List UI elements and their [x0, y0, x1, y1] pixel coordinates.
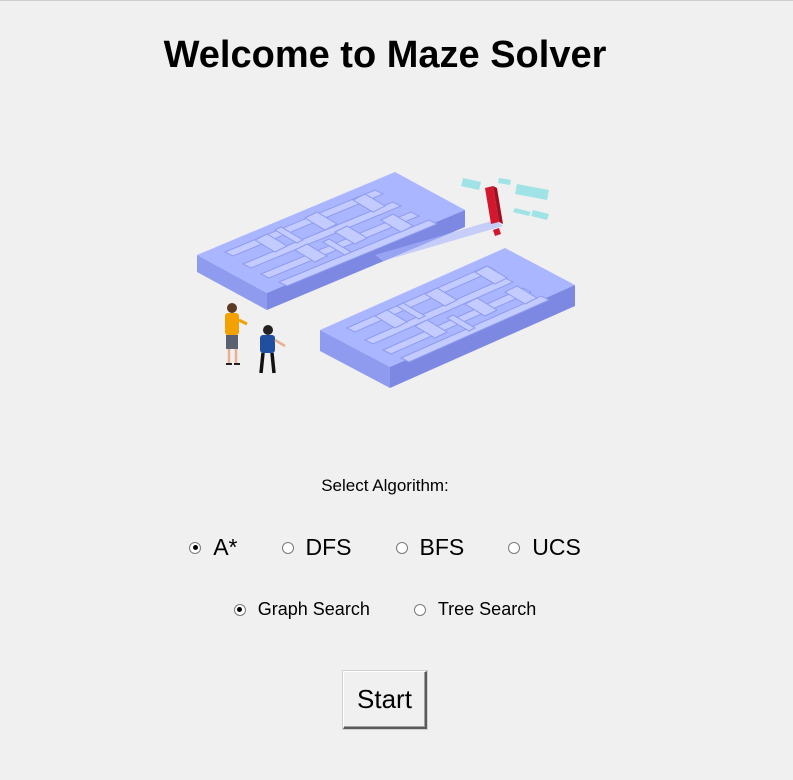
page-title: Welcome to Maze Solver — [163, 34, 607, 76]
radio-graph-search-label: Graph Search — [257, 599, 370, 619]
signal-marks — [461, 178, 549, 220]
start-button[interactable]: Start — [343, 671, 427, 729]
algorithm-radio-group: A* DFS BFS UCS — [0, 534, 770, 561]
radio-graph-search[interactable]: Graph Search — [233, 599, 370, 620]
select-algorithm-label: Select Algorithm: — [321, 476, 449, 495]
radio-ucs[interactable]: UCS — [508, 534, 581, 561]
radio-astar[interactable]: A* — [189, 534, 238, 561]
person-left — [225, 303, 248, 365]
search-mode-radio-group: Graph Search Tree Search — [0, 599, 770, 620]
radio-dfs[interactable]: DFS — [281, 534, 352, 561]
radio-unchecked-icon[interactable] — [281, 541, 294, 554]
radio-checked-icon[interactable] — [233, 603, 246, 616]
radio-bfs-label: BFS — [419, 534, 465, 560]
radio-bfs[interactable]: BFS — [395, 534, 465, 561]
maze-illustration-icon — [197, 172, 575, 388]
radio-checked-icon[interactable] — [189, 541, 202, 554]
radio-tree-search-label: Tree Search — [437, 599, 537, 619]
radio-unchecked-icon[interactable] — [395, 541, 408, 554]
radio-tree-search[interactable]: Tree Search — [413, 599, 537, 620]
radio-ucs-label: UCS — [532, 534, 581, 560]
radio-dfs-label: DFS — [305, 534, 352, 560]
radio-unchecked-icon[interactable] — [508, 541, 521, 554]
radio-unchecked-icon[interactable] — [413, 603, 426, 616]
window-top-border — [0, 0, 793, 1]
person-right — [259, 325, 286, 374]
radio-astar-label: A* — [213, 534, 238, 560]
